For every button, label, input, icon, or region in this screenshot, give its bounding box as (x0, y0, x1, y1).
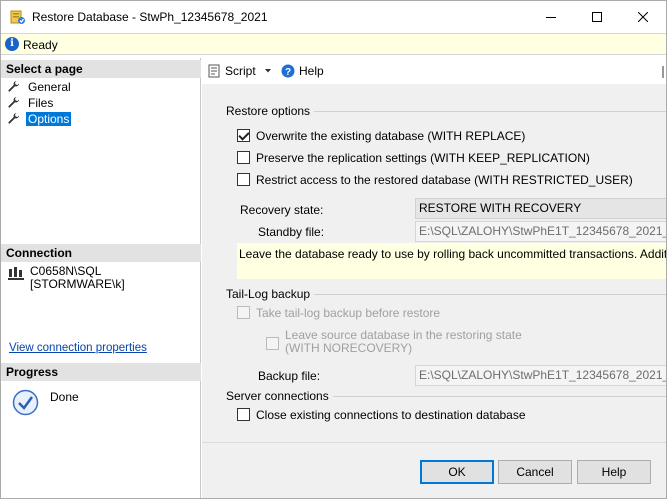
toolbar: Script ? Help (202, 58, 666, 84)
preserve-replication-label: Preserve the replication settings (WITH … (256, 151, 590, 165)
svg-text:?: ? (285, 67, 291, 78)
script-label: Script (225, 64, 256, 78)
maximize-button[interactable] (574, 1, 620, 33)
close-connections-checkbox-row[interactable]: Close existing connections to destinatio… (237, 408, 526, 422)
wrench-icon (8, 113, 19, 124)
take-tail-log-checkbox-row[interactable]: Take tail-log backup before restore (237, 306, 440, 320)
backup-file-field[interactable]: E:\SQL\ZALOHY\StwPhE1T_12345678_2021_Log (415, 365, 666, 386)
overwrite-checkbox-row[interactable]: Overwrite the existing database (WITH RE… (237, 129, 525, 143)
page-item-label: Files (28, 95, 54, 110)
minimize-button[interactable] (528, 1, 574, 33)
scrollbar-thumb[interactable] (662, 66, 664, 78)
close-button[interactable] (620, 1, 666, 33)
close-connections-checkbox[interactable] (237, 408, 250, 421)
restore-database-icon (10, 10, 25, 24)
preserve-replication-checkbox[interactable] (237, 151, 250, 164)
wrench-icon (8, 97, 19, 108)
tail-log-group-label: Tail-Log backup (226, 287, 315, 301)
minimize-icon (546, 17, 556, 18)
overwrite-checkbox[interactable] (237, 129, 250, 142)
take-tail-log-label: Take tail-log backup before restore (256, 306, 441, 320)
leave-restoring-line1: Leave source database in the restoring s… (285, 328, 522, 342)
button-bar: OK Cancel Help (202, 442, 666, 498)
progress-status: Done (50, 390, 79, 404)
server-connection-icon (8, 267, 24, 280)
recovery-state-label: Recovery state: (240, 203, 324, 217)
vertical-scrollbar[interactable] (660, 58, 666, 442)
progress-header: Progress (1, 363, 201, 381)
status-text: Ready (23, 38, 58, 52)
backup-file-label: Backup file: (258, 369, 321, 383)
leave-restoring-label: Leave source database in the restoring s… (285, 329, 522, 355)
connection-user: [STORMWARE\k] (30, 277, 125, 291)
leave-restoring-checkbox-row[interactable]: Leave source database in the restoring s… (266, 329, 522, 355)
restrict-access-label: Restrict access to the restored database… (256, 173, 633, 187)
leave-restoring-checkbox[interactable] (266, 337, 279, 350)
page-item-general[interactable]: General (7, 79, 73, 94)
done-check-icon (12, 389, 39, 416)
script-icon (208, 64, 220, 78)
restore-database-window: Restore Database - StwPh_12345678_2021 i… (0, 0, 667, 499)
left-pane: Select a page General Files Options Conn… (1, 58, 201, 498)
close-icon (638, 12, 648, 22)
page-item-files[interactable]: Files (7, 95, 55, 110)
recovery-state-dropdown[interactable]: RESTORE WITH RECOVERY (415, 198, 666, 219)
leave-restoring-line2: (WITH NORECOVERY) (285, 341, 413, 355)
view-connection-properties-link[interactable]: View connection properties (9, 342, 147, 354)
help-toolbar-button[interactable]: ? Help (281, 64, 324, 78)
take-tail-log-checkbox[interactable] (237, 306, 250, 319)
wrench-icon (8, 81, 19, 92)
connection-header: Connection (1, 244, 201, 262)
close-connections-label: Close existing connections to destinatio… (256, 408, 526, 422)
recovery-description: Leave the database ready to use by rolli… (237, 243, 666, 279)
script-button[interactable]: Script (207, 64, 272, 78)
preserve-replication-checkbox-row[interactable]: Preserve the replication settings (WITH … (237, 151, 590, 165)
maximize-icon (592, 12, 602, 22)
status-bar: i Ready (1, 33, 666, 55)
server-connections-group-label: Server connections (226, 389, 333, 403)
title-bar[interactable]: Restore Database - StwPh_12345678_2021 (1, 1, 666, 33)
options-content: Restore options Overwrite the existing d… (202, 84, 666, 442)
connection-info: C0658N\SQL [STORMWARE\k] (30, 265, 125, 291)
page-item-options[interactable]: Options (7, 111, 72, 126)
overwrite-label: Overwrite the existing database (WITH RE… (256, 129, 526, 143)
help-button[interactable]: Help (577, 460, 651, 484)
select-page-header: Select a page (1, 60, 201, 78)
window-title: Restore Database - StwPh_12345678_2021 (32, 10, 268, 24)
standby-file-label: Standby file: (258, 225, 325, 239)
restore-options-group-label: Restore options (226, 104, 315, 118)
help-icon: ? (281, 64, 295, 78)
page-item-label: Options (26, 111, 72, 126)
restrict-access-checkbox-row[interactable]: Restrict access to the restored database… (237, 173, 633, 187)
chevron-down-icon (264, 69, 271, 73)
info-icon: i (5, 37, 19, 51)
page-item-label: General (28, 79, 71, 94)
standby-file-field[interactable]: E:\SQL\ZALOHY\StwPhE1T_12345678_2021_Rol… (415, 221, 666, 242)
ok-button[interactable]: OK (420, 460, 494, 484)
cancel-button[interactable]: Cancel (498, 460, 572, 484)
help-label: Help (299, 64, 324, 78)
restrict-access-checkbox[interactable] (237, 173, 250, 186)
